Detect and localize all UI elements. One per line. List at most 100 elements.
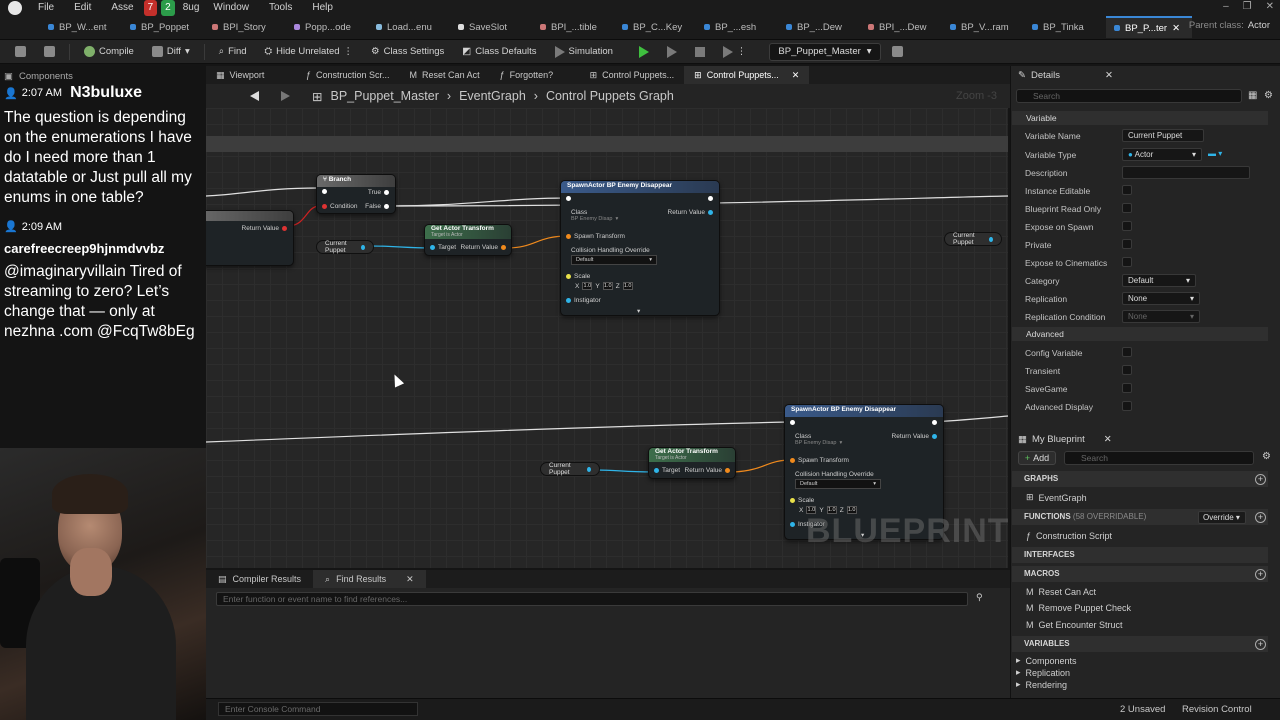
- replication-select[interactable]: None ▾: [1122, 292, 1200, 305]
- class-defaults-button[interactable]: ◩ Class Defaults: [455, 42, 543, 62]
- config-variable-checkbox[interactable]: [1122, 347, 1132, 357]
- pause-button[interactable]: [660, 42, 684, 62]
- class-select[interactable]: BP Enemy Disap ▾: [571, 216, 618, 222]
- add-button[interactable]: + Add: [1018, 451, 1056, 465]
- menu-file[interactable]: File: [28, 0, 64, 16]
- expand-pins-icon[interactable]: ▾: [637, 307, 640, 315]
- scale-fields[interactable]: X 1.0 Y 1.0 Z 1.0: [575, 282, 633, 290]
- breadcrumb-event-graph[interactable]: EventGraph: [459, 89, 526, 103]
- category-select[interactable]: Default ▾: [1122, 274, 1196, 287]
- node-pin-collision[interactable]: Collision Handling Override: [795, 471, 874, 478]
- find-button[interactable]: ⌕ Find: [212, 42, 254, 62]
- doc-tab[interactable]: BP_W...ent: [40, 16, 122, 38]
- compile-button[interactable]: Compile: [77, 42, 141, 62]
- doc-tab[interactable]: BP_C...Key: [614, 16, 696, 38]
- private-checkbox[interactable]: [1122, 239, 1132, 249]
- collision-select[interactable]: Default ▾: [571, 255, 657, 265]
- tab-construction-script[interactable]: ƒ Construction Scr...: [296, 66, 400, 84]
- tab-my-blueprint[interactable]: ▦ My Blueprint ✕: [1012, 430, 1118, 448]
- section-interfaces[interactable]: INTERFACES: [1012, 547, 1268, 563]
- forward-arrow-icon[interactable]: [281, 91, 290, 101]
- container-type-select[interactable]: ▬ ▾: [1208, 149, 1222, 158]
- node-pin-exec-out[interactable]: [708, 196, 713, 201]
- gear-icon[interactable]: ⚙: [1264, 90, 1273, 101]
- hide-unrelated-button[interactable]: ⛭ Hide Unrelated ⋮: [258, 42, 360, 62]
- menu-edit[interactable]: Edit: [64, 0, 101, 16]
- table-view-icon[interactable]: ▦: [1248, 90, 1257, 101]
- close-tab-icon[interactable]: ✕: [1172, 23, 1180, 34]
- parent-class-link[interactable]: Actor: [1248, 20, 1270, 31]
- close-tab-icon[interactable]: ✕: [1105, 70, 1113, 81]
- node-pin-class[interactable]: Class: [795, 433, 811, 440]
- more-options-icon[interactable]: ⋮: [737, 46, 747, 57]
- gear-icon[interactable]: ⚙: [1262, 451, 1271, 462]
- node-pin-exec-in[interactable]: [790, 420, 795, 425]
- save-button[interactable]: [8, 42, 33, 62]
- find-references-input[interactable]: Enter function or event name to find ref…: [216, 592, 968, 606]
- add-function-icon[interactable]: +: [1255, 512, 1266, 523]
- doc-tab-active[interactable]: BP_P...ter ✕: [1106, 16, 1193, 38]
- class-settings-button[interactable]: ⚙ Class Settings: [364, 42, 451, 62]
- debug-filter-button[interactable]: [885, 42, 910, 62]
- node-pin-target[interactable]: Target: [430, 244, 456, 251]
- tab-control-puppets[interactable]: ⊞ Control Puppets...: [580, 66, 685, 84]
- doc-tab[interactable]: Load...enu: [368, 16, 450, 38]
- variable-category-item[interactable]: ▸ Replication: [1016, 667, 1070, 678]
- doc-tab[interactable]: Popp...ode: [286, 16, 368, 38]
- doc-tab[interactable]: BP_...esh: [696, 16, 778, 38]
- breadcrumb-root[interactable]: BP_Puppet_Master: [330, 89, 438, 103]
- doc-tab[interactable]: BP_Tinka: [1024, 16, 1106, 38]
- doc-tab[interactable]: BP_Poppet: [122, 16, 204, 38]
- node-pin-exec-in[interactable]: [566, 196, 571, 201]
- node-pin-class[interactable]: Class: [571, 209, 587, 216]
- node-pin-spawn-transform[interactable]: Spawn Transform: [566, 233, 625, 240]
- tab-find-results[interactable]: ⌕ Find Results ✕: [313, 570, 426, 588]
- section-advanced[interactable]: Advanced: [1012, 327, 1268, 341]
- variable-category-item[interactable]: ▸ Rendering: [1016, 679, 1067, 690]
- node-pin-scale[interactable]: Scale: [790, 497, 814, 504]
- expose-spawn-checkbox[interactable]: [1122, 221, 1132, 231]
- maximize-icon[interactable]: ❐: [1243, 1, 1252, 12]
- tab-details[interactable]: ✎ Details ✕: [1012, 66, 1119, 84]
- revision-control-button[interactable]: Revision Control: [1182, 704, 1252, 715]
- current-puppet-getter[interactable]: Current Puppet: [944, 232, 1002, 246]
- tab-compiler-results[interactable]: ▤ Compiler Results: [206, 570, 313, 588]
- node-pin-true[interactable]: True: [368, 189, 389, 196]
- variable-category-item[interactable]: ▸ Components: [1016, 655, 1077, 666]
- left-function-node[interactable]: Return Value: [206, 210, 294, 266]
- doc-tab[interactable]: SaveSlot: [450, 16, 532, 38]
- close-tab-icon[interactable]: ✕: [1104, 434, 1112, 445]
- menu-window[interactable]: Window: [203, 0, 259, 16]
- advanced-display-checkbox[interactable]: [1122, 401, 1132, 411]
- tab-viewport[interactable]: ▦ Viewport: [206, 66, 296, 84]
- savegame-checkbox[interactable]: [1122, 383, 1132, 393]
- expose-cinematics-checkbox[interactable]: [1122, 257, 1132, 267]
- node-pin-scale[interactable]: Scale: [566, 273, 590, 280]
- node-pin-return[interactable]: Return Value: [892, 433, 937, 440]
- graph-item-eventgraph[interactable]: ⊞ EventGraph: [1026, 492, 1087, 503]
- my-blueprint-search-input[interactable]: Search: [1064, 451, 1254, 465]
- node-pin-target[interactable]: Target: [654, 467, 680, 474]
- blueprint-graph-canvas[interactable]: Return Value ⑂ Branch True Condition Fal…: [206, 108, 1008, 568]
- class-select[interactable]: BP Enemy Disap ▾: [795, 440, 842, 446]
- section-macros[interactable]: MACROS: [1012, 566, 1268, 582]
- macro-item[interactable]: M Get Encounter Struct: [1026, 620, 1123, 630]
- node-pin-return[interactable]: Return Value: [461, 244, 506, 251]
- details-search-input[interactable]: Search: [1016, 89, 1242, 103]
- node-pin-return[interactable]: Return Value: [685, 467, 730, 474]
- more-options-icon[interactable]: ⋮: [344, 46, 354, 57]
- node-pin-exec-in[interactable]: [322, 189, 327, 194]
- current-puppet-getter[interactable]: Current Puppet: [540, 462, 600, 476]
- add-graph-icon[interactable]: +: [1255, 474, 1266, 485]
- tab-control-puppets-active[interactable]: ⊞ Control Puppets... ✕: [684, 66, 810, 84]
- readonly-checkbox[interactable]: [1122, 203, 1132, 213]
- macro-item[interactable]: M Remove Puppet Check: [1026, 603, 1131, 613]
- doc-tab[interactable]: BP_V...ram: [942, 16, 1024, 38]
- close-window-icon[interactable]: ✕: [1266, 1, 1274, 12]
- menu-help[interactable]: Help: [302, 0, 343, 16]
- play-button[interactable]: [632, 42, 656, 62]
- back-arrow-icon[interactable]: [250, 91, 259, 101]
- node-pin-exec-out[interactable]: [932, 420, 937, 425]
- doc-tab[interactable]: BP_...Dew: [778, 16, 860, 38]
- tab-reset-can-act[interactable]: M Reset Can Act: [400, 66, 490, 84]
